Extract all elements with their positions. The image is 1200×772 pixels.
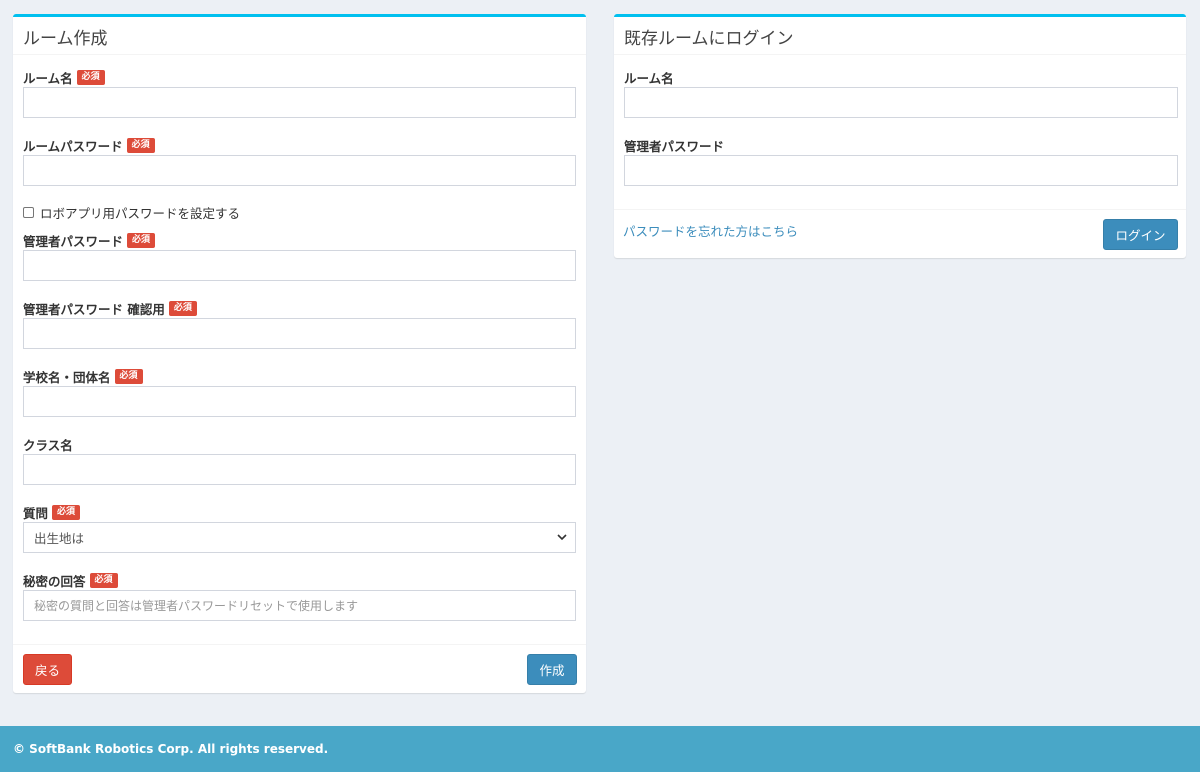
admin-password-confirm-input[interactable] [23, 318, 576, 349]
login-room-panel: 既存ルームにログイン ルーム名 管理者パスワード パスワードを忘れた方はこちら … [614, 14, 1186, 258]
chevron-down-icon [549, 531, 575, 544]
room-password-label-text: ルームパスワード [23, 139, 123, 154]
admin-password-input[interactable] [23, 250, 576, 281]
required-badge: 必須 [168, 301, 197, 316]
robo-app-password-option[interactable]: ロボアプリ用パスワードを設定する [23, 203, 240, 222]
admin-password-label: 管理者パスワード 必須 [23, 231, 156, 250]
room-password-input[interactable] [23, 155, 576, 186]
secret-answer-input[interactable] [23, 590, 576, 621]
login-admin-password-label: 管理者パスワード [624, 136, 724, 155]
required-badge: 必須 [76, 70, 105, 85]
question-label: 質問 必須 [23, 503, 81, 522]
required-badge: 必須 [114, 369, 143, 384]
login-admin-password-label-text: 管理者パスワード [624, 139, 725, 154]
required-badge: 必須 [126, 138, 155, 153]
create-button[interactable]: 作成 [527, 654, 577, 685]
create-room-title: ルーム作成 [13, 17, 586, 55]
login-room-name-label-text: ルーム名 [624, 71, 674, 86]
required-badge: 必須 [89, 573, 118, 588]
required-badge: 必須 [52, 505, 81, 520]
login-room-name-label: ルーム名 [624, 68, 674, 87]
class-name-label: クラス名 [23, 435, 73, 454]
back-button[interactable]: 戻る [23, 654, 72, 685]
create-room-footer-divider [13, 644, 586, 645]
question-label-text: 質問 [23, 506, 49, 521]
question-select-value: 出生地は [34, 531, 85, 546]
class-name-input[interactable] [23, 454, 576, 485]
school-name-label: 学校名・団体名 必須 [23, 367, 143, 386]
room-name-input[interactable] [23, 87, 576, 118]
login-admin-password-input[interactable] [624, 155, 1178, 186]
secret-answer-label-text: 秘密の回答 [23, 574, 86, 589]
login-room-footer-divider [614, 209, 1186, 210]
login-room-title: 既存ルームにログイン [614, 17, 1186, 55]
admin-password-confirm-label: 管理者パスワード 確認用 必須 [23, 299, 197, 318]
school-name-input[interactable] [23, 386, 576, 417]
question-select[interactable]: 出生地は [23, 522, 576, 553]
room-password-label: ルームパスワード 必須 [23, 136, 155, 155]
create-room-panel: ルーム作成 ルーム名 必須 ルームパスワード 必須 ロボアプリ用パスワードを設定… [13, 14, 586, 693]
admin-password-confirm-label-text: 管理者パスワード 確認用 [23, 302, 165, 317]
admin-password-label-text: 管理者パスワード [23, 234, 124, 249]
school-name-label-text: 学校名・団体名 [23, 370, 111, 385]
login-button[interactable]: ログイン [1103, 219, 1178, 250]
login-room-name-input[interactable] [624, 87, 1178, 118]
robo-app-password-checkbox[interactable] [23, 207, 34, 218]
secret-answer-label: 秘密の回答 必須 [23, 571, 118, 590]
room-name-label-text: ルーム名 [23, 71, 73, 86]
room-name-label: ルーム名 必須 [23, 68, 105, 87]
site-footer: © SoftBank Robotics Corp. All rights res… [0, 726, 1200, 772]
forgot-password-link[interactable]: パスワードを忘れた方はこちら [623, 221, 798, 240]
required-badge: 必須 [127, 233, 156, 248]
copyright-text: © SoftBank Robotics Corp. All rights res… [13, 742, 329, 756]
class-name-label-text: クラス名 [23, 438, 73, 453]
robo-app-password-checkbox-label[interactable]: ロボアプリ用パスワードを設定する [40, 203, 240, 222]
